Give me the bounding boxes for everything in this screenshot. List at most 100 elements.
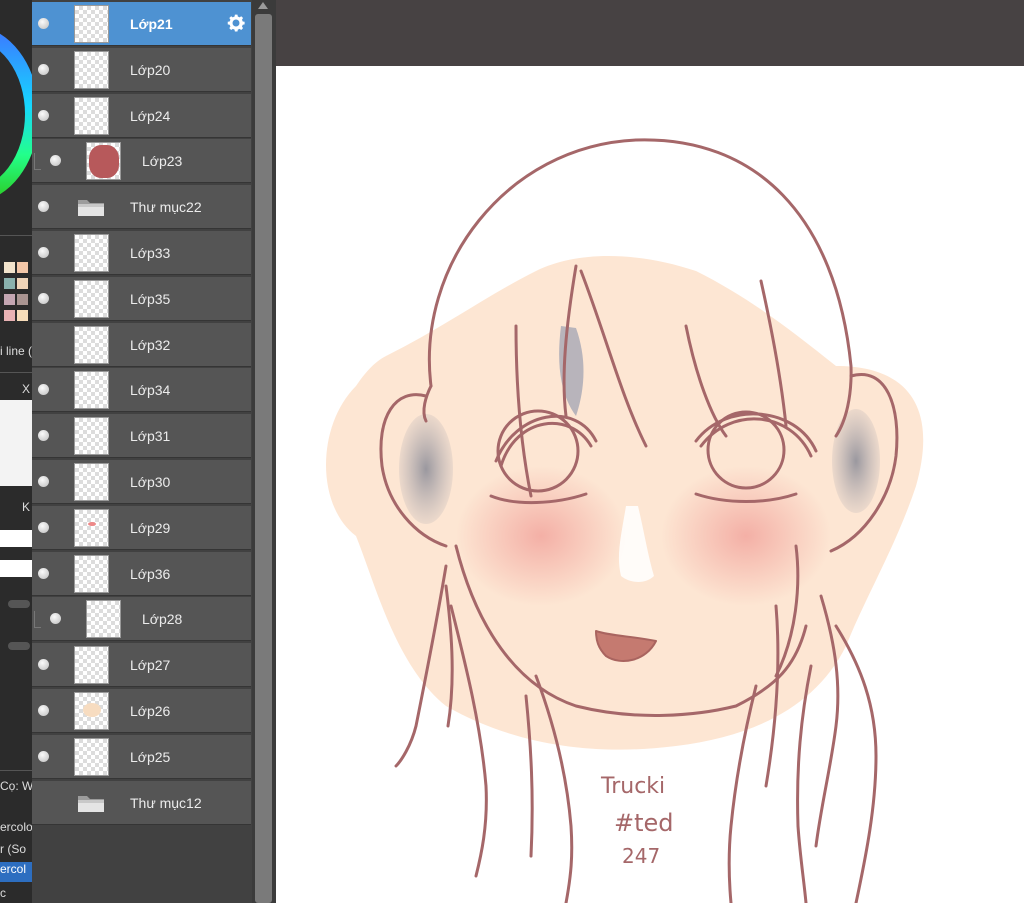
signature-line-1: Trucki <box>600 774 665 799</box>
layer-name: Lớp31 <box>130 428 171 445</box>
color-swatch[interactable] <box>17 294 28 305</box>
scroll-thumb[interactable] <box>255 14 272 903</box>
layer-name: Thư mục12 <box>130 794 202 811</box>
layer-thumbnail <box>74 5 109 43</box>
brush-list-item-1[interactable]: ercolo <box>0 820 32 834</box>
eye-dot-icon[interactable] <box>38 63 49 75</box>
layer-name: Lớp34 <box>130 382 171 399</box>
layer-name: Lớp32 <box>130 336 171 353</box>
layer-row[interactable]: Lớp21 <box>32 2 251 46</box>
close-x-label[interactable]: X <box>22 382 30 396</box>
color-swatch[interactable] <box>4 310 15 321</box>
ear-shade-right <box>832 409 880 513</box>
brush-list-item-selected[interactable]: ercol <box>0 862 32 882</box>
eye-dot-icon[interactable] <box>50 613 61 625</box>
layer-name: Lớp35 <box>130 290 171 307</box>
slider-handle-1[interactable] <box>8 600 30 608</box>
clip-indicator <box>34 611 41 629</box>
layer-panel: Lớp21 Lớp20 Lớp24 Lớp23 Thư mục22 Lớp33 Lớp35 L… <box>32 0 252 903</box>
layer-thumbnail <box>74 417 109 456</box>
layer-row[interactable]: Lớp31 <box>32 414 251 459</box>
brush-label: Cọ: W <box>0 779 32 793</box>
brush-list-item-2[interactable]: r (So <box>0 842 26 856</box>
layer-row[interactable]: Lớp20 <box>32 47 251 92</box>
layer-name: Lớp20 <box>130 61 171 78</box>
eye-dot-icon[interactable] <box>38 201 49 213</box>
eye-dot-icon[interactable] <box>38 18 49 29</box>
layer-name: Lớp23 <box>142 153 183 170</box>
layer-thumbnail <box>74 325 109 364</box>
color-bar-1[interactable] <box>0 530 32 547</box>
layer-name: Lớp33 <box>130 245 171 261</box>
layer-thumbnail <box>74 737 109 776</box>
layer-row[interactable]: Lớp25 <box>32 734 251 779</box>
layer-row[interactable]: Lớp35 <box>32 276 251 321</box>
layer-row[interactable]: Lớp36 <box>32 551 251 596</box>
eye-dot-icon[interactable] <box>38 292 49 304</box>
color-panel: i line ( X K Cọ: W ercolo r (So ercol c <box>0 0 32 903</box>
color-wheel[interactable] <box>0 14 32 224</box>
layer-thumbnail <box>74 554 109 593</box>
layer-name: Lớp26 <box>130 703 171 719</box>
brush-list-item-4[interactable]: c <box>0 886 6 900</box>
layer-thumbnail <box>74 646 109 685</box>
layer-name: Lớp28 <box>142 611 183 628</box>
color-swatch[interactable] <box>17 262 28 273</box>
eye-dot-icon[interactable] <box>38 476 49 487</box>
color-swatch[interactable] <box>4 278 15 289</box>
eye-dot-icon[interactable] <box>38 109 49 121</box>
k-label: K <box>22 500 31 514</box>
layer-name: Lớp30 <box>130 474 171 490</box>
layer-thumbnail <box>74 279 109 318</box>
layer-name: Lớp21 <box>130 16 173 32</box>
layer-row[interactable]: Lớp24 <box>32 93 251 138</box>
layer-row[interactable]: Lớp27 <box>32 643 251 688</box>
layer-name: Lớp24 <box>130 107 171 124</box>
gear-icon[interactable] <box>225 12 247 34</box>
layer-thumbnail <box>86 142 121 181</box>
color-swatch[interactable] <box>4 294 15 305</box>
layer-scrollbar[interactable] <box>252 0 276 903</box>
eye-dot-icon[interactable] <box>50 155 61 167</box>
color-bar-2[interactable] <box>0 560 32 577</box>
drawing-canvas[interactable]: Trucki #ted 247 <box>276 66 1024 903</box>
slider-handle-2[interactable] <box>8 642 30 650</box>
layer-row[interactable]: Lớp23 <box>32 139 251 184</box>
layer-thumbnail <box>74 508 109 547</box>
eye-dot-icon[interactable] <box>38 705 49 716</box>
layer-name: Lớp27 <box>130 657 171 674</box>
eye-dot-icon[interactable] <box>38 247 49 258</box>
brush-preview <box>0 400 32 486</box>
blush-left <box>456 466 626 606</box>
layer-thumbnail <box>86 600 121 639</box>
layer-row[interactable]: Lớp34 <box>32 368 251 413</box>
folder-row[interactable]: Thư mục12 <box>32 780 251 825</box>
layer-row[interactable]: Lớp32 <box>32 322 251 367</box>
eye-dot-icon[interactable] <box>38 430 49 442</box>
layer-row[interactable]: Lớp33 <box>32 231 251 275</box>
eye-dot-icon[interactable] <box>38 567 49 579</box>
layer-name: Lớp36 <box>130 565 171 582</box>
clip-indicator <box>34 153 41 171</box>
layer-name: Thư mục22 <box>130 199 202 216</box>
folder-row[interactable]: Thư mục22 <box>32 185 251 230</box>
arrow-up-icon[interactable] <box>258 2 268 9</box>
signature-line-2: #ted <box>614 809 674 837</box>
color-swatch[interactable] <box>17 310 28 321</box>
layer-thumbnail <box>74 371 109 410</box>
folder-icon <box>76 791 106 815</box>
color-swatch[interactable] <box>17 278 28 289</box>
layer-thumbnail <box>74 50 109 89</box>
eye-dot-icon[interactable] <box>38 659 49 671</box>
color-swatch[interactable] <box>4 262 15 273</box>
layer-row[interactable]: Lớp28 <box>32 597 251 642</box>
eye-dot-icon[interactable] <box>38 384 49 396</box>
eye-dot-icon[interactable] <box>38 521 49 533</box>
layer-row[interactable]: Lớp26 <box>32 689 251 733</box>
eye-dot-icon[interactable] <box>38 750 49 762</box>
layer-thumbnail <box>74 692 109 730</box>
layer-thumbnail <box>74 234 109 272</box>
signature-line-3: 247 <box>622 844 660 868</box>
layer-row[interactable]: Lớp30 <box>32 460 251 504</box>
layer-row[interactable]: Lớp29 <box>32 505 251 550</box>
